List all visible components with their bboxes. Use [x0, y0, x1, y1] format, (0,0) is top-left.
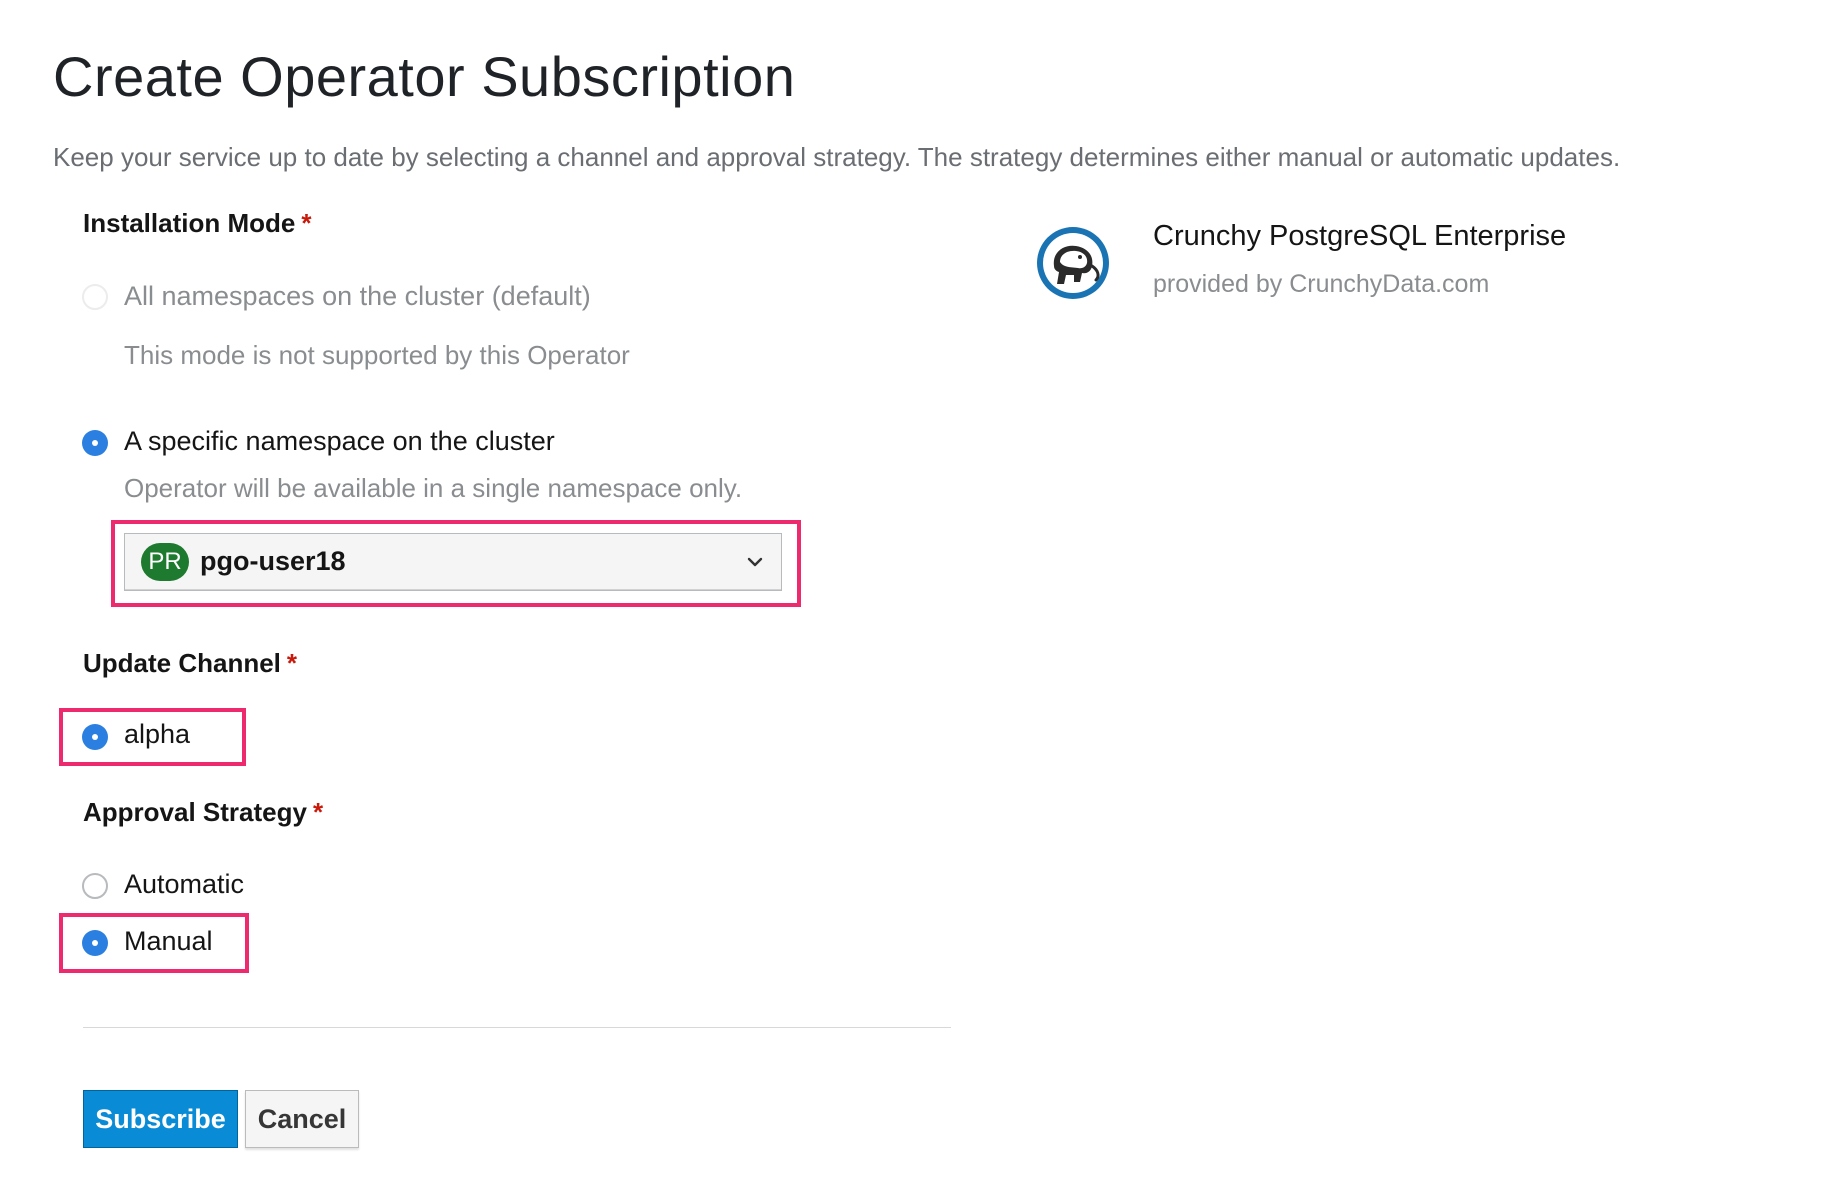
update-channel-label: Update Channel *: [83, 648, 297, 679]
required-asterisk: *: [301, 208, 312, 238]
chevron-down-icon: [747, 557, 763, 567]
required-asterisk: *: [312, 797, 324, 827]
page-title: Create Operator Subscription: [53, 45, 796, 108]
radio-approval-manual[interactable]: [82, 930, 108, 956]
installation-mode-label-text: Installation Mode: [83, 208, 296, 238]
cancel-button[interactable]: Cancel: [245, 1090, 359, 1148]
page-description: Keep your service up to date by selectin…: [53, 142, 1621, 172]
radio-all-namespaces[interactable]: [82, 284, 108, 310]
namespace-select-value: pgo-user18: [200, 546, 346, 576]
operator-provider: provided by CrunchyData.com: [1153, 270, 1490, 298]
namespace-select[interactable]: PR pgo-user18: [124, 533, 782, 591]
approval-strategy-label-text: Approval Strategy: [83, 797, 307, 827]
namespace-badge: PR: [141, 543, 189, 581]
approval-manual-label: Manual: [124, 926, 213, 956]
subscribe-button[interactable]: Subscribe: [83, 1090, 238, 1148]
option-specific-namespace-help: Operator will be available in a single n…: [124, 473, 743, 503]
operator-name: Crunchy PostgreSQL Enterprise: [1153, 220, 1567, 252]
approval-strategy-label: Approval Strategy *: [83, 797, 323, 828]
radio-approval-automatic[interactable]: [82, 873, 108, 899]
channel-alpha-label: alpha: [124, 719, 191, 749]
option-all-namespaces-help: This mode is not supported by this Opera…: [124, 340, 630, 370]
crunchy-elephant-logo-icon: [1037, 227, 1109, 299]
radio-specific-namespace[interactable]: [82, 430, 108, 456]
approval-automatic-label: Automatic: [124, 869, 245, 899]
form-divider: [83, 1027, 951, 1028]
option-all-namespaces-label: All namespaces on the cluster (default): [124, 281, 591, 311]
option-specific-namespace-label: A specific namespace on the cluster: [124, 426, 555, 456]
update-channel-label-text: Update Channel: [83, 648, 281, 678]
radio-channel-alpha[interactable]: [82, 724, 108, 750]
required-asterisk: *: [286, 648, 298, 678]
installation-mode-label: Installation Mode *: [83, 208, 311, 239]
